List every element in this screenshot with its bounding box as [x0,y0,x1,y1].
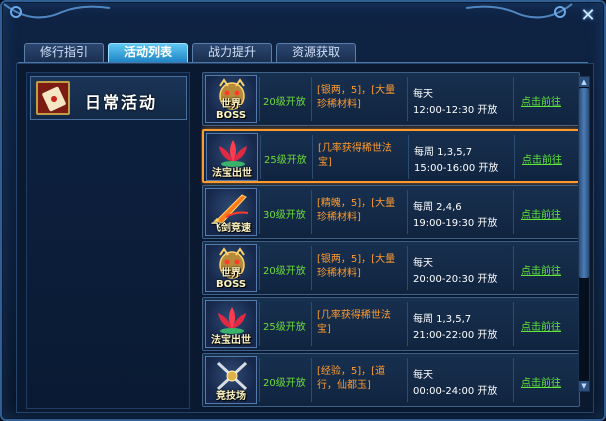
go-to-activity-link[interactable]: 点击前往 [521,318,561,333]
column-divider [311,246,312,290]
column-divider [259,302,260,346]
activity-name: 竞技场 [216,391,246,402]
activity-window: ✕ 修行指引 活动列表 战力提升 资源获取 日常活动 世界BOSS 20级开放 … [0,0,606,421]
tab-guide[interactable]: 修行指引 [24,43,104,62]
column-divider [513,302,514,346]
activity-list: 世界BOSS 20级开放 [银两，5]，[大量珍稀材料] 每天 12:00-12… [201,72,583,409]
lotus-icon: 法宝出世 [206,133,258,181]
go-to-activity-link[interactable]: 点击前往 [521,374,561,389]
column-divider [311,358,312,402]
activity-level: 25级开放 [263,322,306,333]
column-divider [311,190,312,234]
activity-time: 19:00-19:30 开放 [413,218,498,229]
column-divider [311,77,312,121]
scroll-thumb[interactable] [579,88,589,278]
activity-days: 每周 1,3,5,7 [414,147,473,158]
column-divider [408,135,409,179]
crossed-swords-icon: 竞技场 [205,356,257,404]
activity-name: 飞剑竞速 [211,223,251,234]
sidebar: 日常活动 [26,72,190,409]
column-divider [513,246,514,290]
column-divider [260,135,261,179]
activity-name: 法宝出世 [211,335,251,346]
activity-time: 20:00-20:30 开放 [413,274,498,285]
column-divider [407,246,408,290]
activity-level: 30级开放 [263,210,306,221]
activity-level: 20级开放 [263,378,306,389]
activity-days: 每天 [413,258,433,269]
activity-level: 20级开放 [263,97,306,108]
world-boss-icon: 世界BOSS [205,75,257,123]
activity-time: 12:00-12:30 开放 [413,105,498,116]
activity-time: 21:00-22:00 开放 [413,330,498,341]
arrow-up-icon[interactable]: ▲ [579,77,589,87]
column-divider [407,358,408,402]
tab-power-up[interactable]: 战力提升 [192,43,272,62]
lotus-icon: 法宝出世 [205,300,257,348]
scrollbar[interactable]: ▲ ▼ [578,76,590,392]
activity-name: 法宝出世 [212,168,252,179]
activity-row[interactable]: 世界BOSS 20级开放 [银两，5]，[大量珍稀材料] 每天 12:00-12… [202,72,580,126]
flying-sword-icon: 飞剑竞速 [205,188,257,236]
tab-bar: 修行指引 活动列表 战力提升 资源获取 [24,43,356,62]
world-boss-icon: 世界BOSS [205,244,257,292]
activity-days: 每天 [413,370,433,381]
go-to-activity-link[interactable]: 点击前往 [521,93,561,108]
activity-reward: [银两，5]，[大量珍稀材料] [317,85,396,110]
column-divider [311,302,312,346]
column-divider [513,358,514,402]
column-divider [312,135,313,179]
activity-level: 20级开放 [263,266,306,277]
scroll-icon [36,81,70,115]
activity-reward: [经验，5]，[道行，仙都玉] [317,366,386,391]
go-to-activity-link[interactable]: 点击前往 [522,151,562,166]
column-divider [407,77,408,121]
arrow-down-icon[interactable]: ▼ [579,381,589,391]
activity-level: 25级开放 [264,155,307,166]
go-to-activity-link[interactable]: 点击前往 [521,206,561,221]
sidebar-item-label: 日常活动 [85,93,158,112]
activity-days: 每周 1,3,5,7 [413,314,472,325]
column-divider [259,190,260,234]
column-divider [513,77,514,121]
activity-row[interactable]: 世界BOSS 20级开放 [银两，5]，[大量珍稀材料] 每天 20:00-20… [202,241,580,295]
column-divider [513,190,514,234]
column-divider [259,358,260,402]
column-divider [407,190,408,234]
activity-row[interactable]: 飞剑竞速 30级开放 [精魄，5]，[大量珍稀材料] 每周 2,4,6 19:0… [202,185,580,239]
corner-ornament-right [464,2,574,28]
activity-row[interactable]: 法宝出世 25级开放 [几率获得稀世法宝] 每周 1,3,5,7 15:00-1… [202,129,580,183]
activity-time: 00:00-24:00 开放 [413,386,498,397]
activity-row[interactable]: 法宝出世 25级开放 [几率获得稀世法宝] 每周 1,3,5,7 21:00-2… [202,297,580,351]
column-divider [259,246,260,290]
activity-days: 每天 [413,89,433,100]
tab-activity-list[interactable]: 活动列表 [108,43,188,62]
activity-reward: [银两，5]，[大量珍稀材料] [317,254,396,279]
sidebar-item-daily-activities[interactable]: 日常活动 [30,76,187,120]
activity-row[interactable]: 竞技场 20级开放 [经验，5]，[道行，仙都玉] 每天 00:00-24:00… [202,353,580,407]
close-icon[interactable]: ✕ [578,6,598,26]
activity-reward: [几率获得稀世法宝] [318,143,392,168]
content-panel: 日常活动 世界BOSS 20级开放 [银两，5]，[大量珍稀材料] 每天 12:… [16,63,594,413]
activity-name: 世界BOSS [215,268,247,290]
activity-reward: [精魄，5]，[大量珍稀材料] [317,198,396,223]
activity-name: 世界BOSS [215,99,247,121]
go-to-activity-link[interactable]: 点击前往 [521,262,561,277]
corner-ornament-left [2,2,112,28]
column-divider [514,135,515,179]
activity-days: 每周 2,4,6 [413,202,462,213]
tab-resources[interactable]: 资源获取 [276,43,356,62]
column-divider [259,77,260,121]
activity-reward: [几率获得稀世法宝] [317,310,391,335]
column-divider [407,302,408,346]
activity-time: 15:00-16:00 开放 [414,163,499,174]
